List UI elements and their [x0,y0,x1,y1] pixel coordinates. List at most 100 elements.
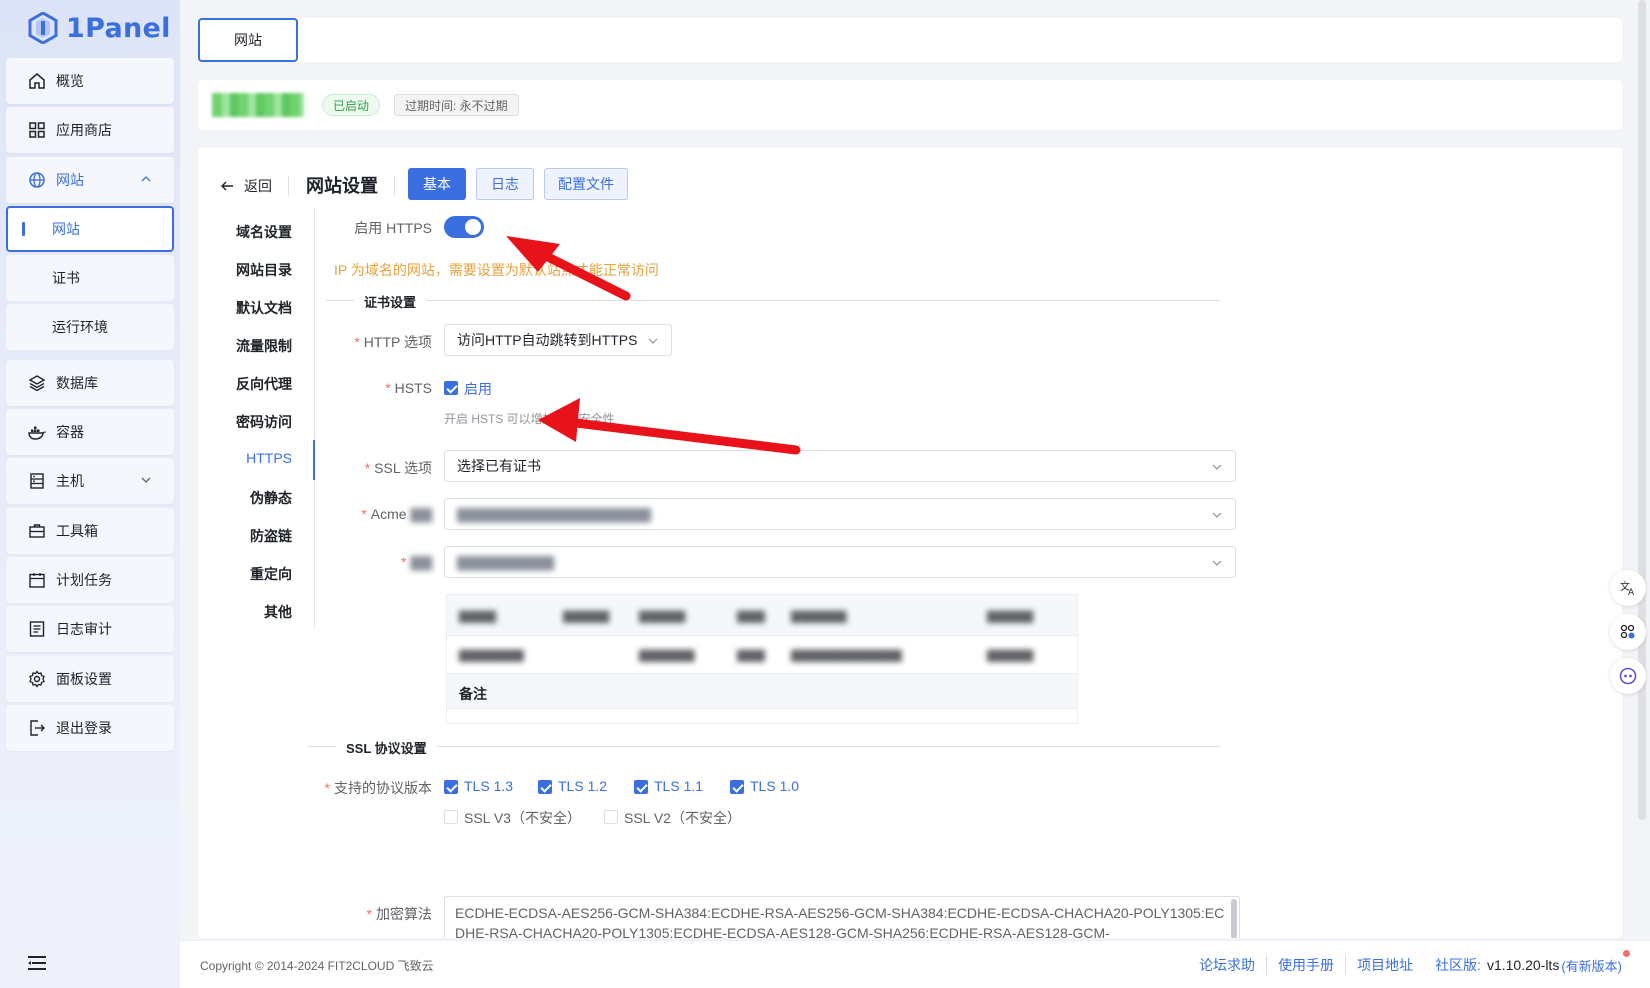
cipher-label-text: 加密算法 [376,906,432,922]
sidebar-item-label: 面板设置 [56,671,112,687]
redacted-value: ▇▇▇▇▇▇▇▇▇▇▇▇▇▇▇▇▇▇ [457,505,651,522]
tls12-checkbox[interactable] [538,780,552,794]
tab-website[interactable]: 网站 [198,18,298,62]
certificate-label: * ▇▇ [322,554,432,571]
sidebar-item-container[interactable]: 容器 [6,409,174,455]
apps-button[interactable] [1610,614,1646,650]
forum-link[interactable]: 论坛求助 [1188,955,1268,975]
acme-label-text: Acme [370,506,407,522]
tls10-checkbox[interactable] [730,780,744,794]
log-icon [28,620,46,638]
docker-icon [28,423,46,441]
hsts-checkbox[interactable] [444,381,458,395]
textarea-scrollbar[interactable] [1231,899,1237,938]
footer-links: 论坛求助 使用手册 项目地址 社区版: v1.10.20-lts (有新版本) [1188,949,1630,975]
cert-section-title: 证书设置 [354,292,427,311]
sidebar-item-database[interactable]: 数据库 [6,360,174,406]
notification-dot [1623,949,1630,957]
tls10-label[interactable]: TLS 1.0 [750,778,799,794]
sidebar-item-label: 工具箱 [56,523,98,539]
sidebar-item-overview[interactable]: 概览 [6,58,174,104]
sidebar-item-certificate[interactable]: 证书 [6,255,174,301]
logo[interactable]: 1Panel [28,10,171,46]
tls11-label[interactable]: TLS 1.1 [654,778,703,794]
project-link[interactable]: 项目地址 [1346,955,1424,975]
sidebar-item-appstore[interactable]: 应用商店 [6,107,174,153]
sidebar-item-website[interactable]: 网站 [6,206,174,252]
acme-account-select[interactable]: ▇▇▇▇▇▇▇▇▇▇▇▇▇▇▇▇▇▇ [444,498,1236,530]
version-label: v1.10.20-lts [1486,957,1560,973]
redacted-text: ▇▇ [410,554,432,570]
sslv2-label[interactable]: SSL V2（不安全） [624,808,741,828]
tls11-checkbox[interactable] [634,780,648,794]
sidebar-item-host[interactable]: 主机 [6,458,174,504]
sidebar-item-label: 日志审计 [56,621,112,637]
basic-button[interactable]: 基本 [408,168,466,200]
subnav-redirect[interactable]: 重定向 [198,564,314,588]
sidebar-item-cron[interactable]: 计划任务 [6,557,174,603]
required-mark: * [361,506,367,522]
subnav-password-access[interactable]: 密码访问 [198,412,314,436]
tls13-checkbox[interactable] [444,780,458,794]
update-link[interactable]: (有新版本) [1559,949,1630,975]
sidebar-item-runtime[interactable]: 运行环境 [6,304,174,350]
subnav-rate-limit[interactable]: 流量限制 [198,336,314,360]
subnav-other[interactable]: 其他 [198,602,314,626]
sidebar-item-logout[interactable]: 退出登录 [6,705,174,751]
certificate-select[interactable]: ▇▇▇▇▇▇▇▇▇ [444,546,1236,578]
subnav-active-indicator [313,440,315,480]
update-link-text: (有新版本) [1561,958,1622,974]
logo-text: 1Panel [66,12,171,44]
sidebar-item-website-group[interactable]: 网站 [6,157,174,203]
chevron-down-icon [1212,464,1222,470]
redacted-cell: ▇▇▇ [737,648,765,662]
back-button[interactable]: 返回 [220,176,272,196]
subnav-reverse-proxy[interactable]: 反向代理 [198,374,314,398]
translate-button[interactable]: 文A [1610,570,1646,606]
sslv2-checkbox[interactable] [604,810,618,824]
ssl-protocol-section-title: SSL 协议设置 [336,738,437,757]
http-option-value: 访问HTTP自动跳转到HTTPS [457,332,638,348]
sslv3-checkbox[interactable] [444,810,458,824]
tls13-label[interactable]: TLS 1.3 [464,778,513,794]
section-divider [326,300,1220,301]
selected-indicator [22,222,25,236]
cipher-textarea[interactable]: ECDHE-ECDSA-AES256-GCM-SHA384:ECDHE-RSA-… [444,896,1240,938]
subnav-https[interactable]: HTTPS [198,450,314,474]
chevron-down-icon [1212,512,1222,518]
divider [288,176,289,196]
redacted-cell: ▇▇▇▇▇▇ [639,648,695,662]
required-mark: * [354,334,360,350]
hsts-checkbox-label[interactable]: 启用 [464,379,492,399]
manual-link[interactable]: 使用手册 [1267,955,1347,975]
subnav-rewrite[interactable]: 伪静态 [198,488,314,512]
sidebar-item-label: 容器 [56,424,84,440]
http-option-select[interactable]: 访问HTTP自动跳转到HTTPS [444,324,672,356]
certificate-detail-table: ▇▇▇▇ ▇▇▇▇▇ ▇▇▇▇▇ ▇▇▇ ▇▇▇▇▇▇ ▇▇▇▇▇ ▇▇▇▇▇▇… [446,594,1078,724]
subnav-default-doc[interactable]: 默认文档 [198,298,314,322]
redacted-text: ▇▇ [410,506,432,522]
tls12-label[interactable]: TLS 1.2 [558,778,607,794]
assistant-icon [1619,667,1637,685]
ssl-option-select[interactable]: 选择已有证书 [444,450,1236,482]
server-icon [28,472,46,490]
sidebar-item-toolbox[interactable]: 工具箱 [6,508,174,554]
assistant-button[interactable] [1610,658,1646,694]
sidebar-item-panel-settings[interactable]: 面板设置 [6,656,174,702]
sslv3-label[interactable]: SSL V3（不安全） [464,808,581,828]
subnav-hotlink[interactable]: 防盗链 [198,526,314,550]
sidebar-item-log-audit[interactable]: 日志审计 [6,606,174,652]
note-label: 备注 [459,686,487,702]
config-file-button[interactable]: 配置文件 [544,168,628,200]
subnav-domain[interactable]: 域名设置 [198,222,314,246]
site-info-bar: 已启动 过期时间: 永不过期 [198,80,1622,130]
subnav-site-directory[interactable]: 网站目录 [198,260,314,284]
required-mark: * [366,906,372,922]
enable-https-toggle[interactable] [444,216,484,238]
table-note-row: 备注 [447,673,1077,709]
page-scrollbar[interactable] [1638,0,1646,820]
chevron-up-icon [141,176,151,182]
log-button[interactable]: 日志 [476,168,534,200]
hsts-label-text: HSTS [394,380,432,396]
menu-collapse-icon[interactable] [26,954,48,972]
